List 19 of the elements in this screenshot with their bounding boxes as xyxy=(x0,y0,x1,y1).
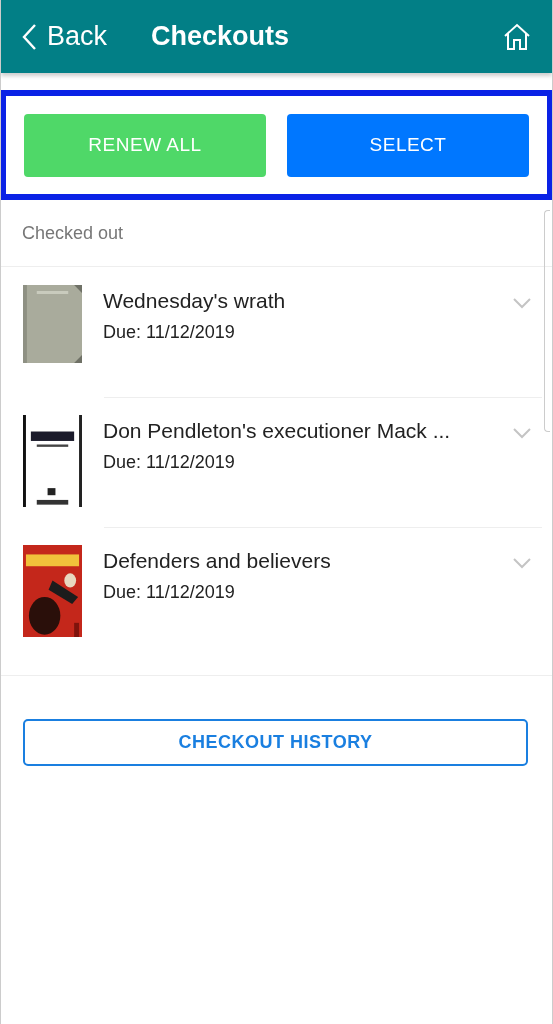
checkout-history-button[interactable]: CHECKOUT HISTORY xyxy=(23,719,528,766)
due-date: Due: 11/12/2019 xyxy=(103,582,236,603)
home-icon[interactable] xyxy=(502,21,532,52)
page-title: Checkouts xyxy=(151,21,291,52)
book-title: Wednesday's wrath xyxy=(103,289,287,313)
back-button[interactable]: Back xyxy=(21,21,108,52)
checkout-item[interactable]: Wednesday's wrath Due: 11/12/2019 xyxy=(1,267,552,397)
due-date: Due: 11/12/2019 xyxy=(103,322,236,343)
due-date: Due: 11/12/2019 xyxy=(103,452,236,473)
book-title: Don Pendleton's executioner Mack ... xyxy=(103,419,452,443)
chevron-down-icon[interactable] xyxy=(512,297,532,309)
chevron-down-icon[interactable] xyxy=(512,427,532,439)
checkout-item[interactable]: Don Pendleton's executioner Mack ... Due: 11/12/2019 xyxy=(1,397,552,527)
select-button[interactable]: SELECT xyxy=(287,113,529,177)
checkout-item[interactable]: Defenders and believers Due: 11/12/2019 xyxy=(1,527,552,657)
chevron-down-icon[interactable] xyxy=(512,557,532,569)
back-label: Back xyxy=(47,21,108,52)
section-title: Checked out xyxy=(1,200,552,267)
book-title: Defenders and believers xyxy=(103,549,332,573)
